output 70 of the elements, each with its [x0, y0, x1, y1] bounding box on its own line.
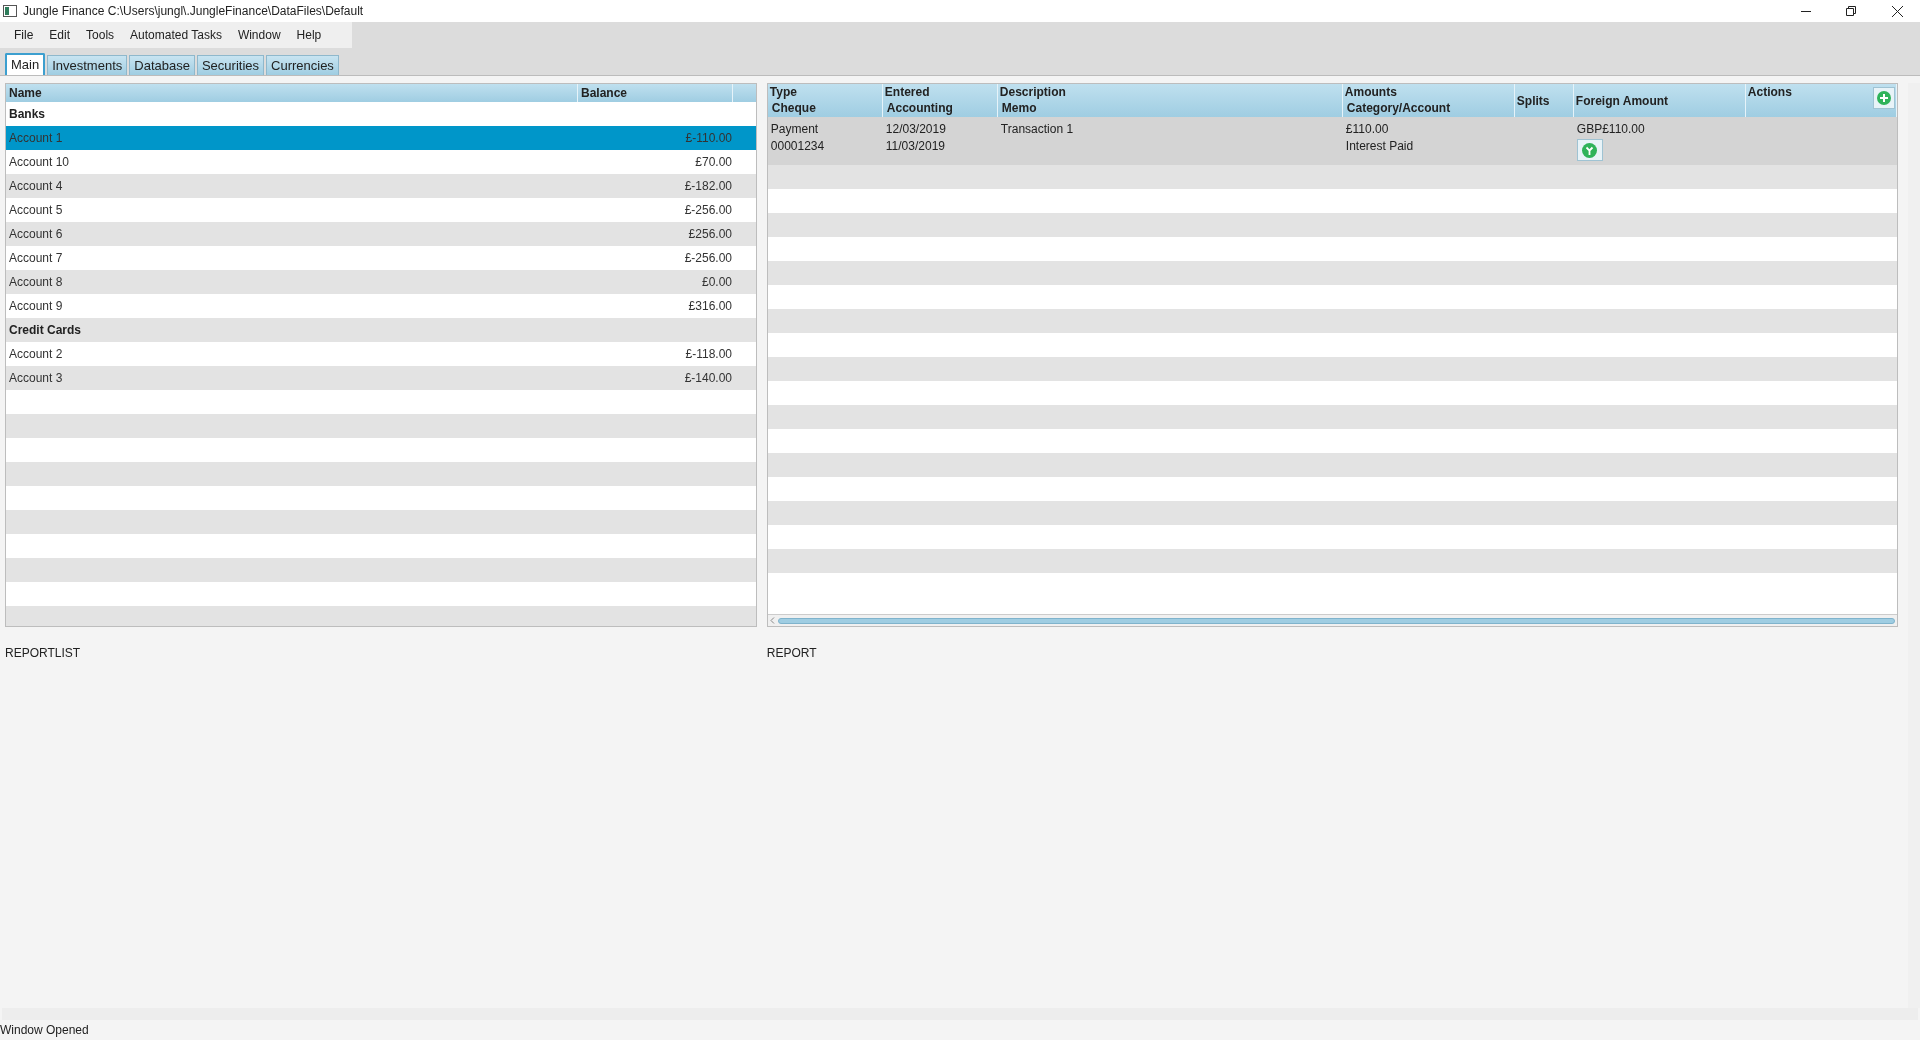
window-title: Jungle Finance C:\Users\jungl\.JungleFinance\DataFiles\Default	[23, 3, 364, 20]
tab[interactable]: Main	[5, 53, 46, 75]
account-name: Account 6	[9, 226, 64, 243]
group-header: Banks	[9, 106, 46, 123]
amount-cell: £110.00	[1345, 121, 1389, 138]
account-row[interactable]: Account 8 £0.00	[6, 270, 756, 294]
account-name: Account 10	[9, 154, 71, 171]
cheque-cell: 00001234	[770, 138, 825, 155]
column-header[interactable]: Accounting	[884, 100, 953, 116]
column-header[interactable]: Splits	[1516, 92, 1550, 109]
restore-icon[interactable]	[1846, 6, 1856, 16]
account-balance: £0.00	[700, 274, 732, 291]
horizontal-scrollbar[interactable]	[767, 614, 1898, 626]
account-balance: £-256.00	[683, 202, 732, 219]
account-name: Account 5	[9, 202, 64, 219]
column-header[interactable]: Memo	[999, 100, 1037, 116]
account-name: Account 2	[9, 346, 64, 363]
close-icon[interactable]	[1892, 5, 1903, 17]
column-header[interactable]: Description	[999, 84, 1066, 100]
account-balance: £-110.00	[684, 130, 732, 147]
type-cell: Payment	[770, 121, 819, 138]
category-cell: Interest Paid	[1345, 138, 1414, 155]
transaction-row[interactable]: Payment 00001234 12/03/2019 11/03/2019 Transaction 1 £110.00 Interest Paid GBP£110.00	[767, 117, 1898, 165]
menu-item[interactable]: Automated Tasks	[122, 26, 230, 44]
account-row[interactable]: Account 3 £-140.00	[6, 366, 756, 390]
account-balance: £316.00	[687, 298, 732, 315]
report-list-label: REPORTLIST	[5, 645, 81, 662]
description-cell: Transaction 1	[1000, 121, 1074, 138]
foreign-amount-cell: GBP£110.00	[1576, 121, 1645, 138]
account-name: Account 9	[9, 298, 64, 315]
menu-item[interactable]: Edit	[41, 26, 79, 44]
column-header[interactable]: Amounts	[1344, 84, 1397, 100]
account-balance: £-140.00	[683, 370, 732, 387]
account-balance: £-182.00	[683, 178, 732, 195]
date-cell: 12/03/2019	[885, 121, 946, 138]
menu-item[interactable]: Window	[229, 26, 289, 44]
account-balance: £256.00	[687, 226, 732, 243]
date-cell: 11/03/2019	[885, 138, 945, 155]
plus-icon	[1877, 91, 1892, 105]
menu-item[interactable]: Tools	[78, 26, 123, 44]
account-name: Account 4	[9, 178, 64, 195]
account-row[interactable]: Account 1 £-110.00	[6, 126, 756, 150]
account-row[interactable]: Account 4 £-182.00	[6, 174, 756, 198]
account-balance: £-256.00	[683, 250, 732, 267]
column-header[interactable]: Category/Account	[1344, 100, 1451, 116]
account-name: Account 8	[9, 274, 64, 291]
account-name: Account 1	[9, 130, 64, 147]
split-arrows-icon	[1582, 142, 1598, 158]
account-row[interactable]: Account 6 £256.00	[6, 222, 756, 246]
account-balance: £70.00	[694, 154, 732, 171]
menu-item[interactable]: File	[6, 26, 42, 44]
status-text: Window Opened	[0, 1022, 89, 1039]
tab[interactable]: Investments	[47, 55, 128, 75]
menu-item[interactable]: Help	[288, 26, 330, 44]
column-header[interactable]: Entered	[884, 84, 930, 100]
account-name: Account 7	[9, 250, 64, 267]
account-balance: £-118.00	[684, 346, 732, 363]
tab[interactable]: Database	[129, 55, 195, 75]
add-button[interactable]	[1873, 87, 1896, 109]
column-header[interactable]: Actions	[1747, 84, 1792, 100]
app-icon	[3, 5, 17, 17]
column-header[interactable]: Type	[769, 84, 797, 100]
report-label: REPORT	[766, 645, 817, 662]
column-header[interactable]: Cheque	[769, 100, 816, 116]
group-header: Credit Cards	[9, 322, 82, 339]
tab[interactable]: Securities	[196, 55, 264, 75]
account-name: Account 3	[9, 370, 64, 387]
tab[interactable]: Currencies	[266, 55, 339, 75]
splits-button[interactable]	[1576, 139, 1603, 161]
column-header[interactable]: Foreign Amount	[1575, 92, 1669, 109]
